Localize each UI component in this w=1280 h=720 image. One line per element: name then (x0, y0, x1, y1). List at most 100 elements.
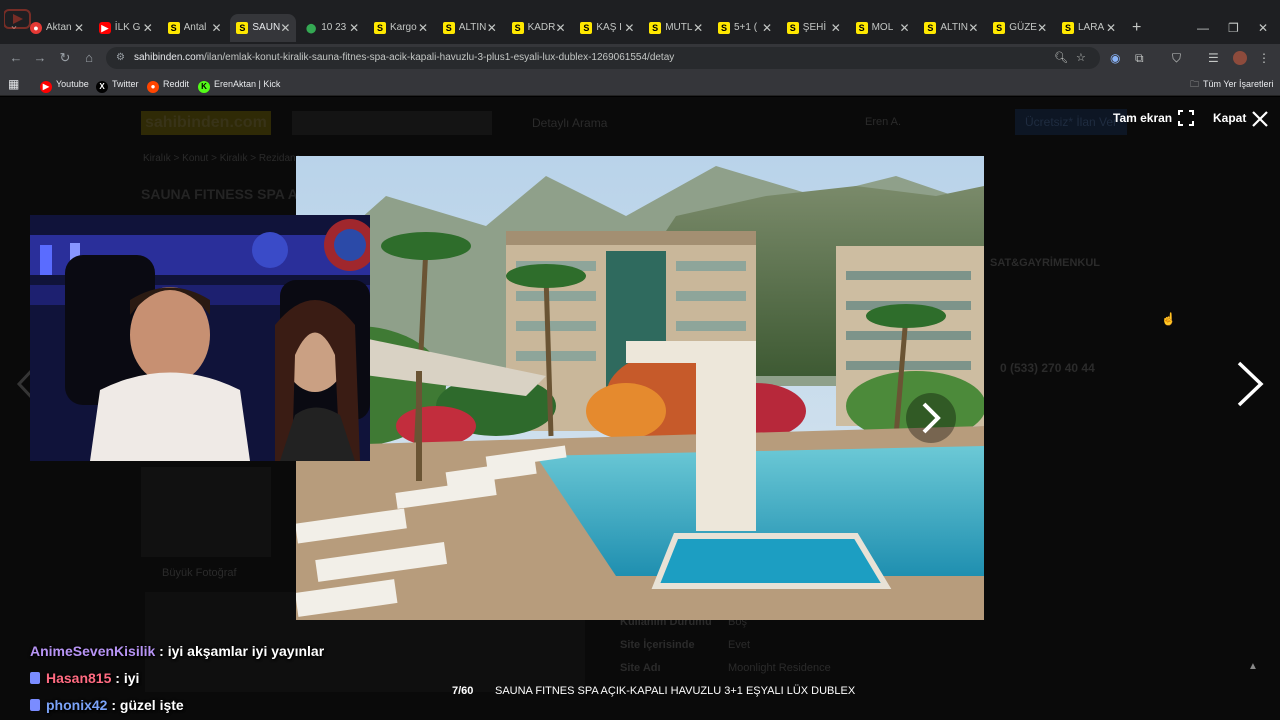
tab-close-icon[interactable]: ✕ (212, 14, 222, 42)
bookmark-item[interactable]: ▶ Youtube (40, 76, 89, 93)
sahibinden-icon: S (924, 22, 937, 34)
tab-title: ŞEHİ (802, 22, 827, 33)
sahibinden-icon: S (511, 22, 524, 34)
detail-value: Evet (728, 639, 751, 651)
tab-title: MOL (871, 22, 894, 33)
browser-tab[interactable]: S MUTL ✕ (643, 14, 709, 42)
tab-close-icon[interactable]: ✕ (693, 14, 703, 42)
x-icon: X (96, 81, 108, 93)
close-label: Kapat (1213, 111, 1247, 125)
chat-username: AnimeSevenKisilik (30, 643, 156, 659)
apps-grid-icon[interactable]: ▦ (8, 76, 19, 92)
close-icon[interactable] (1251, 110, 1269, 128)
reload-icon[interactable]: ↻ (57, 50, 73, 66)
browser-tab[interactable]: S Antal ✕ (162, 14, 228, 42)
tab-close-icon[interactable]: ✕ (624, 14, 634, 42)
fullscreen-label: Tam ekran (1113, 111, 1173, 125)
bookmark-item[interactable]: X Twitter (96, 76, 139, 93)
chat-username: phonix42 (46, 697, 108, 713)
profile-avatar[interactable] (1233, 51, 1247, 65)
fullscreen-icon[interactable] (1178, 110, 1194, 126)
bookmark-label: Reddit (163, 79, 190, 89)
bookmark-star-icon[interactable]: ☆ (1076, 51, 1086, 65)
tab-close-icon[interactable]: ✕ (831, 14, 841, 42)
chat-username: Hasan815 (46, 670, 112, 686)
browser-tab[interactable]: S KAŞ I ✕ (574, 14, 640, 42)
detail-value: Moonlight Residence (728, 662, 831, 674)
bookmark-label: Youtube (56, 79, 89, 89)
browser-tab[interactable]: S SAUN ✕ (230, 14, 297, 42)
bookmark-item[interactable]: K ErenAktan | Kick (198, 76, 281, 93)
restore-icon[interactable]: ❐ (1228, 20, 1239, 36)
browser-tab[interactable]: S KADR ✕ (506, 14, 572, 42)
chat-badge-icon (30, 699, 40, 711)
tab-strip: ⌄ ● Aktan ✕ ▶ İLK G ✕ S Antal ✕ S SAUN ✕ ⬤ 10 23 ✕ S Kar… (0, 0, 1280, 44)
tab-title: Kargo (390, 22, 417, 33)
back-icon[interactable]: ← (8, 50, 24, 66)
scroll-top-icon[interactable]: ▲ (1248, 661, 1258, 672)
account-menu: Eren A. (865, 116, 902, 128)
office-name: SAT&GAYRİMENKUL (990, 257, 1101, 269)
browser-tab[interactable]: S ALTIN ✕ (918, 14, 984, 42)
sahibinden-icon: S (786, 22, 799, 34)
kick-icon: K (198, 81, 210, 93)
tab-title: SAUN (252, 22, 281, 33)
sahibinden-icon: S (580, 22, 593, 34)
chat-message: phonix42 : güzel işte (30, 694, 184, 716)
tab-close-icon[interactable]: ✕ (349, 14, 359, 42)
chat-text: : iyi akşamlar iyi yayınlar (155, 643, 325, 659)
bookmark-item[interactable]: ● Reddit (147, 76, 190, 93)
tab-close-icon[interactable]: ✕ (487, 14, 497, 42)
extension-audio-icon[interactable]: ◉ (1110, 50, 1120, 66)
forward-icon[interactable]: → (32, 50, 48, 66)
photo-caption-bar: 7/60 SAUNA FITNES SPA AÇIK-KAPALI HAVUZL… (0, 684, 1280, 700)
tab-close-icon[interactable]: ✕ (1037, 14, 1047, 42)
bookmarks-bar: ▦ ▶ Youtube X Twitter ● Reddit K ErenAktan | Ki… (0, 72, 1280, 96)
tab-close-icon[interactable]: ✕ (900, 14, 910, 42)
tab-close-icon[interactable]: ✕ (280, 14, 290, 42)
bookmark-label: ErenAktan | Kick (214, 79, 281, 89)
browser-tab[interactable]: S MOL ✕ (850, 14, 916, 42)
window-close-icon[interactable]: ✕ (1258, 20, 1268, 36)
streamer-webcam (30, 215, 370, 461)
browser-tab[interactable]: S ALTIN ✕ (437, 14, 503, 42)
close-gallery-button[interactable]: Kapat (1213, 109, 1246, 127)
site-info-icon[interactable]: ⚙ (116, 51, 130, 65)
browser-tab[interactable]: S ŞEHİ ✕ (781, 14, 847, 42)
media-icon[interactable]: ☰ (1208, 50, 1219, 66)
tab-close-icon[interactable]: ✕ (1106, 14, 1116, 42)
breadcrumb: Kiralık > Konut > Kiralık > Rezidans (143, 153, 301, 164)
extensions-icon[interactable]: ⧉ (1135, 50, 1144, 66)
browser-tab[interactable]: S Kargo ✕ (368, 14, 434, 42)
tab-title: ALTIN (458, 22, 487, 33)
browser-toolbar: ← → ↻ ⌂ ⚙ sahibinden.com/ilan/emlak-konu… (0, 44, 1280, 72)
fullscreen-button[interactable]: Tam ekran (1113, 109, 1172, 127)
chat-message: AnimeSevenKisilik : iyi akşamlar iyi yay… (30, 640, 324, 662)
browser-tab[interactable]: S GÜZE ✕ (987, 14, 1053, 42)
zoom-icon[interactable]: 🔍︎ (1054, 51, 1068, 65)
sahibinden-icon: S (1062, 22, 1074, 34)
next-photo-icon[interactable] (1235, 360, 1265, 408)
photo-counter: 7/60 (452, 685, 474, 697)
tab-close-icon[interactable]: ✕ (556, 14, 566, 42)
menu-icon[interactable]: ⋮ (1258, 50, 1270, 66)
browser-tab[interactable]: S LARA ✕ (1056, 14, 1122, 42)
new-tab-button[interactable]: + (1132, 20, 1141, 36)
photo-caption: SAUNA FITNES SPA AÇIK-KAPALI HAVUZLU 3+1… (495, 685, 856, 697)
stream-watermark (4, 9, 31, 29)
tab-close-icon[interactable]: ✕ (968, 14, 978, 42)
browser-tab[interactable]: S 5+1 (✕ (712, 14, 778, 42)
all-bookmarks[interactable]: 🗀 Tüm Yer İşaretleri (1190, 76, 1274, 92)
big-photo-link: Büyük Fotoğraf (162, 567, 237, 579)
thumb-area (141, 467, 271, 557)
bookmark-label: Twitter (112, 79, 139, 89)
home-icon[interactable]: ⌂ (81, 50, 97, 66)
tab-title: Antal (183, 22, 207, 33)
browser-tab[interactable]: ⬤ 10 23 ✕ (299, 14, 365, 42)
tab-close-icon[interactable]: ✕ (762, 14, 772, 42)
tab-close-icon[interactable]: ✕ (418, 14, 428, 42)
minimize-icon[interactable]: — (1197, 20, 1209, 36)
address-bar[interactable]: ⚙ sahibinden.com/ilan/emlak-konut-kirali… (106, 47, 1100, 69)
tab-close-icon[interactable]: ✕ (143, 14, 153, 42)
incognito-icon[interactable]: ⛉ (1172, 50, 1181, 66)
